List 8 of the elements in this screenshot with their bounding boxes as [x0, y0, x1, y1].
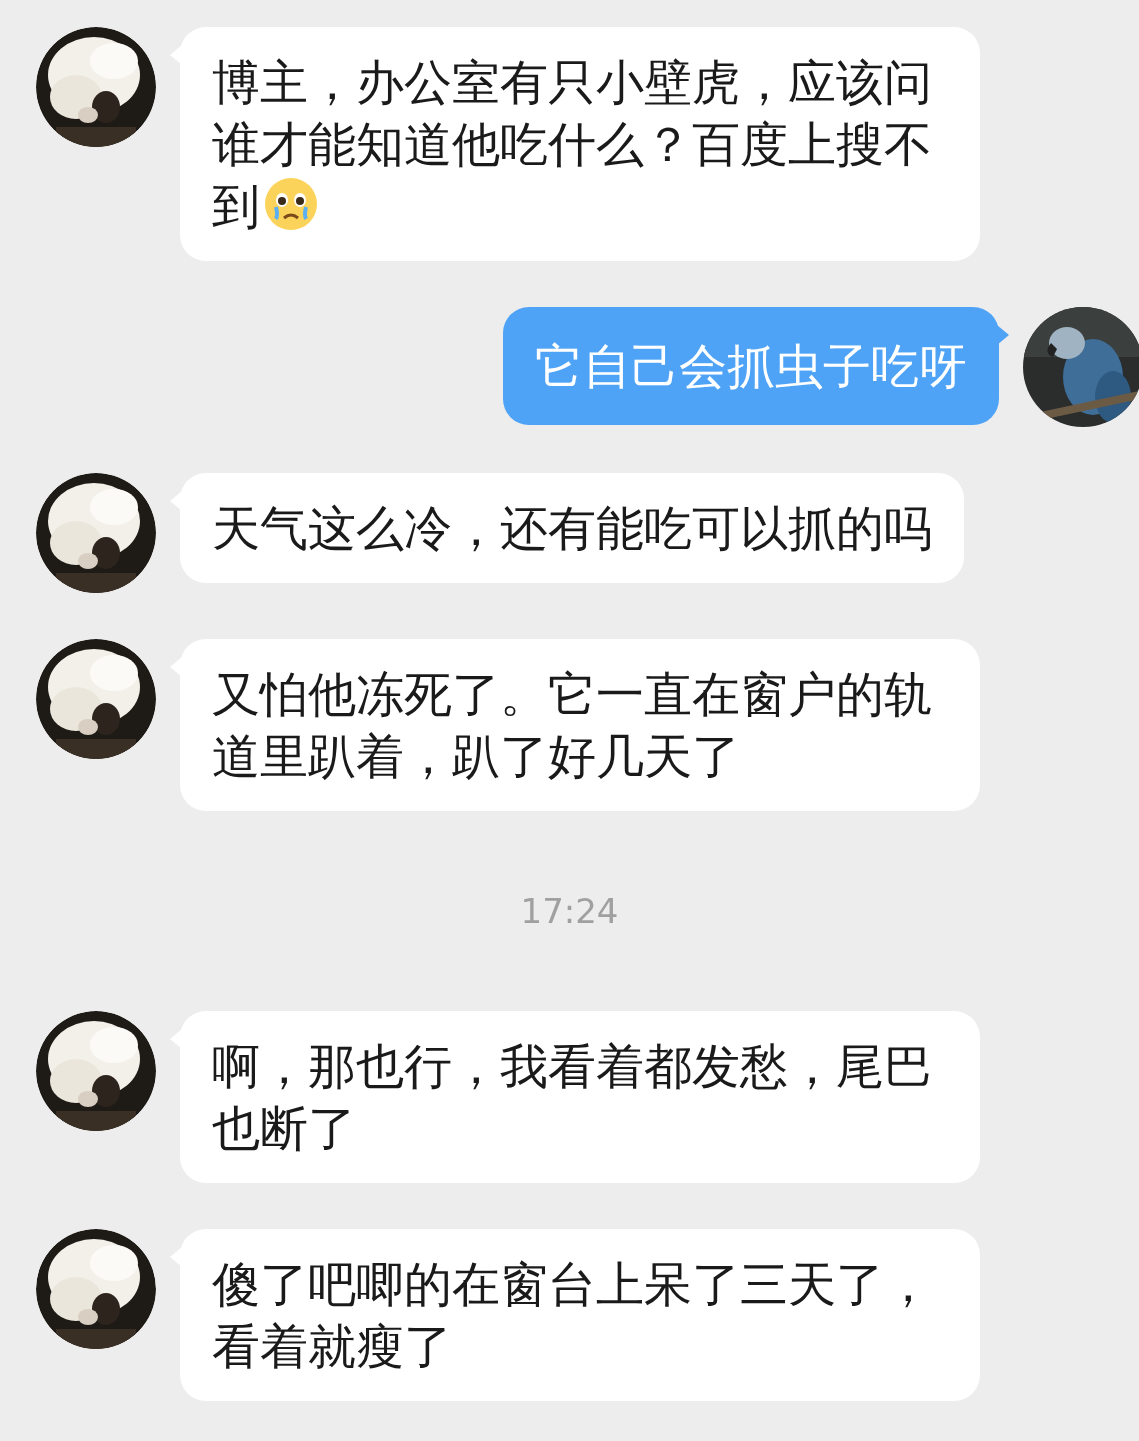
message-bubble: 它自己会抓虫子吃呀: [503, 307, 999, 425]
message-bubble: 又怕他冻死了。它一直在窗户的轨道里趴着，趴了好几天了: [180, 639, 980, 811]
sad-face-icon: [264, 177, 318, 231]
message-bubble: 傻了吧唧的在窗台上呆了三天了，看着就瘦了: [180, 1229, 980, 1401]
message-bubble: 天气这么冷，还有能吃可以抓的吗: [180, 473, 964, 583]
message-bubble: 博主，办公室有只小壁虎，应该问谁才能知道他吃什么？百度上搜不到: [180, 27, 980, 261]
timestamp: 17:24: [520, 893, 619, 929]
message-bubble: 啊，那也行，我看着都发愁，尾巴也断了: [180, 1011, 980, 1183]
